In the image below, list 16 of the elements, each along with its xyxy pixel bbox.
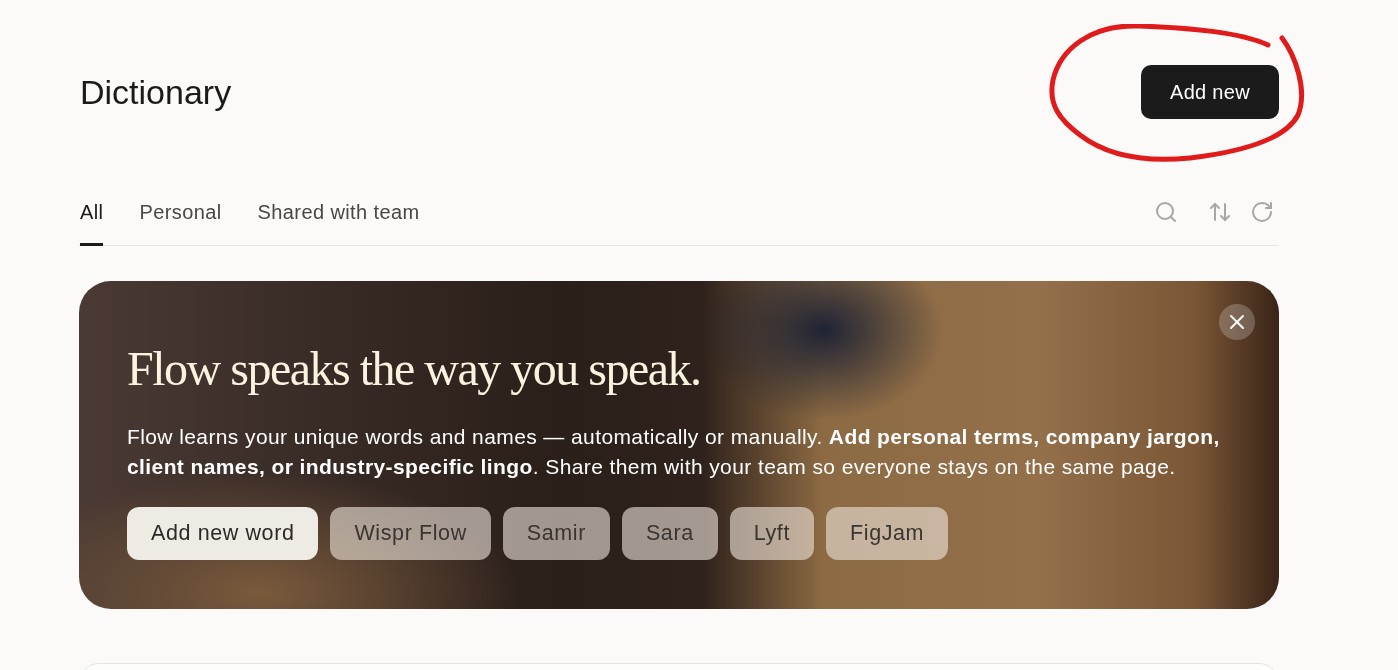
tab[interactable]: Shared with team bbox=[257, 190, 420, 246]
word-chip[interactable]: Sara bbox=[621, 507, 718, 560]
search-icon[interactable] bbox=[1153, 199, 1179, 225]
add-new-button[interactable]: Add new bbox=[1141, 65, 1279, 119]
page-title: Dictionary bbox=[80, 72, 232, 112]
refresh-icon[interactable] bbox=[1249, 199, 1275, 225]
tab[interactable]: Personal bbox=[139, 190, 222, 246]
tab[interactable]: All bbox=[80, 190, 104, 246]
add-word-button[interactable]: Add new word bbox=[127, 507, 319, 560]
word-chip[interactable]: FigJam bbox=[826, 507, 949, 560]
word-chip[interactable]: Lyft bbox=[729, 507, 814, 560]
word-chip[interactable]: Wispr Flow bbox=[330, 507, 491, 560]
close-button[interactable] bbox=[1219, 304, 1255, 340]
banner-headline: Flow speaks the way you speak. bbox=[127, 341, 701, 397]
word-chip[interactable]: Samir bbox=[502, 507, 610, 560]
banner-description: Flow learns your unique words and names — automatically or manually. Add personal terms, company jargon, client names, or industry-specific lingo. Share them with your team so everyone stays on the same page. bbox=[127, 424, 1221, 480]
